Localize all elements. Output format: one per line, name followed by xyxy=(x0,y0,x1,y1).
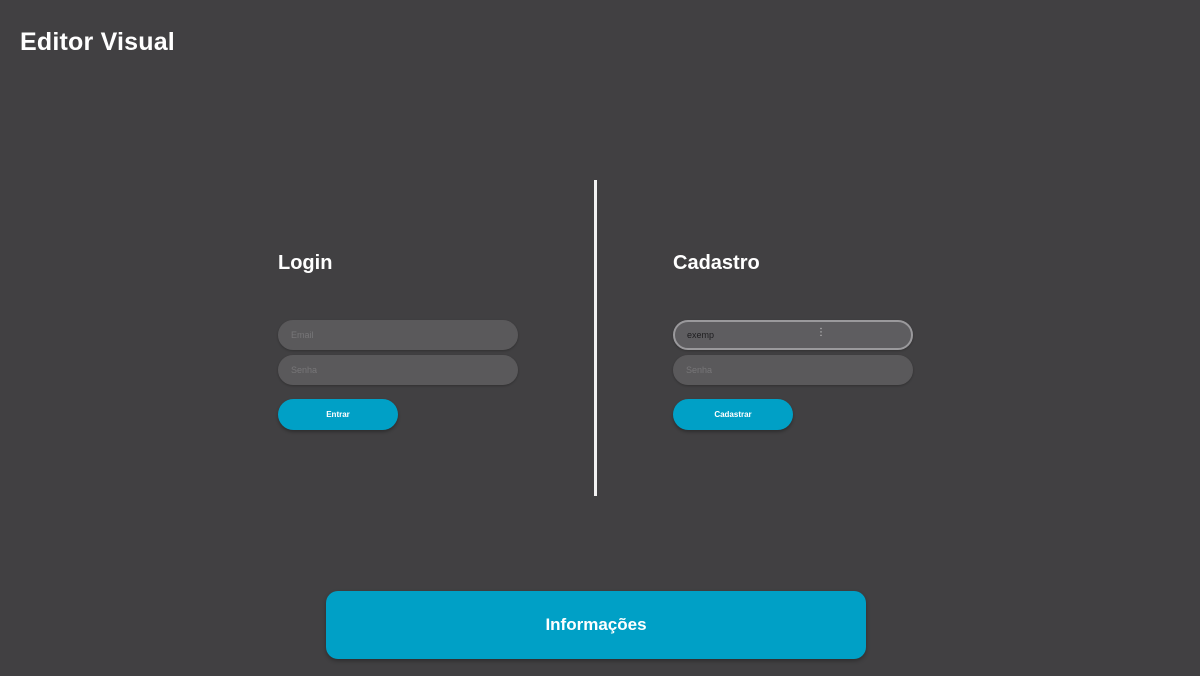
login-title: Login xyxy=(278,252,333,274)
signup-panel: Cadastro Cadastrar xyxy=(673,248,913,430)
panel-divider xyxy=(594,180,597,496)
app-title: Editor Visual xyxy=(20,28,175,56)
login-panel: Login Entrar xyxy=(278,248,518,430)
signup-email-input[interactable] xyxy=(673,320,913,350)
signup-submit-button[interactable]: Cadastrar xyxy=(673,399,793,430)
signup-password-input[interactable] xyxy=(673,355,913,385)
signup-title: Cadastro xyxy=(673,252,760,274)
login-submit-button[interactable]: Entrar xyxy=(278,399,398,430)
login-email-input[interactable] xyxy=(278,320,518,350)
info-button[interactable]: Informações xyxy=(326,591,866,659)
editor-canvas: Editor Visual Login Entrar Cadastro Cada… xyxy=(0,0,1200,676)
login-password-input[interactable] xyxy=(278,355,518,385)
text-cursor-icon: ⋮ xyxy=(816,327,826,338)
